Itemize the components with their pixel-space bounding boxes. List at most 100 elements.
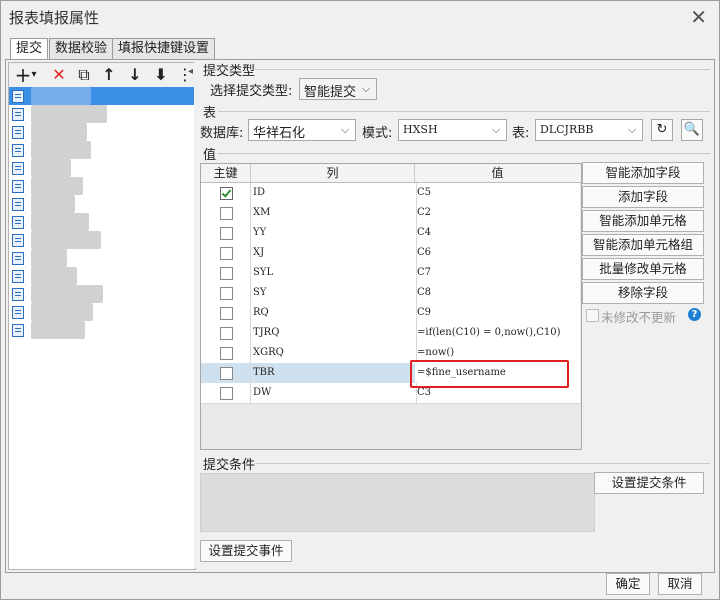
column-cell[interactable]: SYL bbox=[251, 263, 417, 283]
column-cell[interactable]: TBR bbox=[251, 363, 417, 383]
table-row[interactable]: ID C5 bbox=[201, 183, 580, 204]
database-value: 华祥石化 bbox=[253, 126, 306, 141]
key-cell bbox=[201, 383, 251, 403]
smart-add-cell-button[interactable]: 智能添加单元格 bbox=[582, 210, 704, 232]
column-cell[interactable]: XJ bbox=[251, 243, 417, 263]
primary-key-checkbox[interactable] bbox=[220, 347, 233, 360]
column-header-value: 值 bbox=[491, 166, 504, 180]
move-down-icon[interactable]: ↓ bbox=[125, 65, 145, 85]
smart-add-field-button[interactable]: 智能添加字段 bbox=[582, 162, 704, 184]
commit-item-icon bbox=[12, 288, 24, 301]
collapse-arrow-icon[interactable]: ◂ bbox=[188, 66, 193, 77]
schema-select[interactable]: HXSH ⌵ bbox=[398, 119, 507, 141]
commit-item-icon bbox=[12, 180, 24, 193]
tab-label: 填报快捷键设置 bbox=[118, 41, 210, 56]
column-cell[interactable]: TJRQ bbox=[251, 323, 417, 343]
column-cell[interactable]: ID bbox=[251, 183, 417, 203]
cancel-button[interactable]: 取消 bbox=[658, 573, 702, 595]
column-cell[interactable]: DW bbox=[251, 383, 417, 403]
add-field-button[interactable]: 添加字段 bbox=[582, 186, 704, 208]
table-row[interactable]: TJRQ =if(len(C10) = 0,now(),C10) bbox=[201, 323, 580, 344]
list-item[interactable] bbox=[9, 123, 195, 141]
list-item[interactable] bbox=[9, 177, 195, 195]
list-item[interactable] bbox=[9, 141, 195, 159]
primary-key-checkbox[interactable] bbox=[220, 367, 233, 380]
primary-key-checkbox[interactable] bbox=[220, 287, 233, 300]
list-item[interactable] bbox=[9, 321, 195, 339]
value-cell[interactable]: C8 bbox=[415, 283, 580, 303]
column-cell[interactable]: YY bbox=[251, 223, 417, 243]
list-item[interactable] bbox=[9, 267, 195, 285]
blurred-label bbox=[31, 123, 87, 141]
primary-key-checkbox[interactable] bbox=[220, 207, 233, 220]
primary-key-checkbox[interactable] bbox=[220, 247, 233, 260]
primary-key-checkbox[interactable] bbox=[220, 327, 233, 340]
search-table-icon[interactable]: 🔍 bbox=[681, 119, 703, 141]
table-row[interactable]: RQ C9 bbox=[201, 303, 580, 324]
refresh-icon[interactable]: ↻ bbox=[651, 119, 673, 141]
commit-type-section-title: 提交类型 bbox=[203, 64, 256, 79]
table-row[interactable]: XM C2 bbox=[201, 203, 580, 224]
column-cell[interactable]: RQ bbox=[251, 303, 417, 323]
primary-key-checkbox[interactable] bbox=[220, 187, 233, 200]
list-item[interactable] bbox=[9, 285, 195, 303]
delete-icon[interactable]: ✕ bbox=[49, 65, 69, 85]
set-commit-event-button[interactable]: 设置提交事件 bbox=[200, 540, 292, 562]
primary-key-checkbox[interactable] bbox=[220, 387, 233, 400]
section-divider bbox=[218, 153, 710, 154]
commit-item-icon bbox=[12, 162, 24, 175]
move-up-icon[interactable]: ↑ bbox=[99, 65, 119, 85]
list-item[interactable] bbox=[9, 213, 195, 231]
value-cell[interactable]: C4 bbox=[415, 223, 580, 243]
list-item[interactable] bbox=[9, 303, 195, 321]
ok-button[interactable]: 确定 bbox=[606, 573, 650, 595]
key-cell bbox=[201, 183, 251, 203]
commit-type-select[interactable]: 智能提交 ⌵ bbox=[299, 78, 377, 100]
commit-item-icon bbox=[12, 324, 24, 337]
table-row[interactable]: SY C8 bbox=[201, 283, 580, 304]
table-row[interactable]: YY C4 bbox=[201, 223, 580, 244]
list-item[interactable] bbox=[9, 231, 195, 249]
value-cell[interactable]: C5 bbox=[415, 183, 580, 203]
column-cell[interactable]: XM bbox=[251, 203, 417, 223]
section-divider bbox=[255, 463, 710, 464]
copy-icon[interactable]: ⧉ bbox=[74, 65, 94, 85]
primary-key-checkbox[interactable] bbox=[220, 227, 233, 240]
help-icon[interactable]: ? bbox=[688, 308, 701, 321]
tab-shortcut-settings[interactable]: 填报快捷键设置 bbox=[112, 38, 216, 60]
add-dropdown-icon[interactable]: ▾ bbox=[29, 65, 39, 85]
remove-field-button[interactable]: 移除字段 bbox=[582, 282, 704, 304]
key-cell bbox=[201, 363, 251, 383]
list-item[interactable] bbox=[9, 87, 195, 105]
no-update-checkbox[interactable] bbox=[586, 309, 599, 322]
pane-splitter[interactable] bbox=[194, 62, 198, 568]
value-cell[interactable]: C7 bbox=[415, 263, 580, 283]
smart-add-cell-group-button[interactable]: 智能添加单元格组 bbox=[582, 234, 704, 256]
tab-submit[interactable]: 提交 bbox=[10, 38, 49, 61]
primary-key-checkbox[interactable] bbox=[220, 267, 233, 280]
set-commit-condition-button[interactable]: 设置提交条件 bbox=[594, 472, 704, 494]
value-cell[interactable]: C9 bbox=[415, 303, 580, 323]
list-item[interactable] bbox=[9, 249, 195, 267]
batch-edit-cell-button[interactable]: 批量修改单元格 bbox=[582, 258, 704, 280]
column-header-key: 主键 bbox=[201, 164, 251, 182]
value-cell[interactable]: C6 bbox=[415, 243, 580, 263]
list-item[interactable] bbox=[9, 159, 195, 177]
list-item[interactable] bbox=[9, 195, 195, 213]
value-cell[interactable]: C2 bbox=[415, 203, 580, 223]
table-row[interactable]: XJ C6 bbox=[201, 243, 580, 264]
column-cell[interactable]: XGRQ bbox=[251, 343, 417, 363]
tab-data-validation[interactable]: 数据校验 bbox=[49, 38, 114, 60]
database-select[interactable]: 华祥石化 ⌵ bbox=[248, 119, 356, 141]
table-select[interactable]: DLCJRBB ⌵ bbox=[535, 119, 643, 141]
table-row[interactable]: SYL C7 bbox=[201, 263, 580, 284]
close-icon[interactable]: ✕ bbox=[690, 5, 707, 29]
value-cell[interactable]: =if(len(C10) = 0,now(),C10) bbox=[415, 323, 580, 343]
schema-value: HXSH bbox=[403, 123, 438, 136]
blurred-label bbox=[31, 285, 103, 303]
list-item[interactable] bbox=[9, 105, 195, 123]
commit-item-icon bbox=[12, 216, 24, 229]
column-cell[interactable]: SY bbox=[251, 283, 417, 303]
move-bottom-icon[interactable]: ⬇ bbox=[151, 65, 171, 85]
primary-key-checkbox[interactable] bbox=[220, 307, 233, 320]
